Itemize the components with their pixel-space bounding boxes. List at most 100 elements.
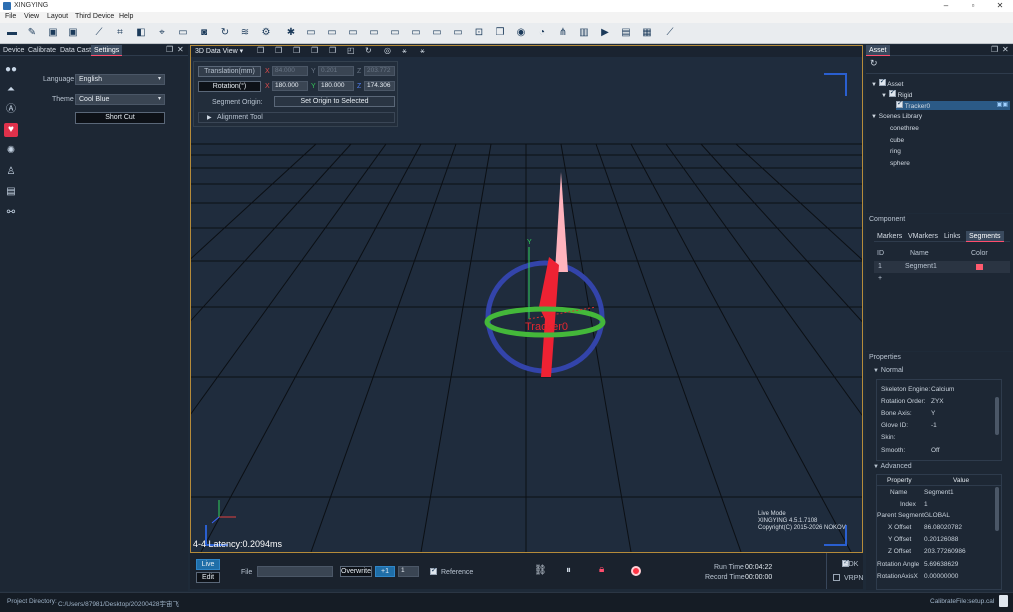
translation-z-field[interactable]: 203.772 xyxy=(364,66,395,76)
lock-icon[interactable]: 🔒︎ xyxy=(599,564,604,575)
ruler-measure-icon[interactable]: ⟋ xyxy=(664,27,676,39)
prop-value[interactable]: Y xyxy=(931,410,935,417)
ruler-icon[interactable]: ⟋ xyxy=(93,27,105,39)
video-icon[interactable]: ▶ xyxy=(599,27,611,39)
refresh-icon[interactable]: ↻ xyxy=(870,58,878,69)
monitor-4-icon[interactable]: ▭ xyxy=(368,27,380,39)
menu-help[interactable]: Help xyxy=(119,13,133,20)
view-top-icon[interactable]: ❐ xyxy=(329,46,336,55)
save-as-icon[interactable]: ▣ xyxy=(67,27,79,39)
overwrite-button[interactable]: Overwrite xyxy=(340,566,372,577)
vrpn-checkbox[interactable] xyxy=(833,574,840,581)
adv-value[interactable]: 5.69638629 xyxy=(924,561,958,568)
scene-item[interactable]: conethree xyxy=(890,125,919,132)
viewport-mode-select[interactable]: 3D Data View ▾ xyxy=(195,47,243,55)
monitor-8-icon[interactable]: ▭ xyxy=(452,27,464,39)
file-input[interactable] xyxy=(257,566,333,577)
adv-value[interactable]: 1 xyxy=(924,501,928,508)
folder-icon[interactable]: ▬ xyxy=(6,27,18,39)
tree-rigid[interactable]: ▼ Rigid xyxy=(881,88,912,99)
view-left-icon[interactable]: ❐ xyxy=(293,46,300,55)
tab-links[interactable]: Links xyxy=(941,231,963,242)
sphere-icon[interactable]: ◉ xyxy=(515,27,527,39)
live-button[interactable]: Live xyxy=(196,559,220,570)
advanced-section-toggle[interactable]: ▼ Advanced xyxy=(873,463,912,470)
monitor-icon[interactable]: ▭ xyxy=(177,27,189,39)
translation-y-field[interactable]: 0.201 xyxy=(318,66,354,76)
menu-view[interactable]: View xyxy=(24,13,39,20)
prop-value[interactable]: -1 xyxy=(931,422,937,429)
tree-scenes-library[interactable]: ▼ Scenes Library xyxy=(871,113,922,120)
bike-icon[interactable]: ⚯ xyxy=(4,206,18,220)
maximize-icon[interactable]: ▫ xyxy=(962,0,984,12)
rigid-checkbox[interactable] xyxy=(888,88,896,97)
tab-calibrate[interactable]: Calibrate xyxy=(25,45,59,56)
save-icon[interactable]: ▣ xyxy=(47,27,59,39)
camera-2-icon[interactable]: ◙ xyxy=(198,27,210,39)
device-icon[interactable]: ●● xyxy=(4,63,18,77)
fit-view-icon[interactable]: ◎ xyxy=(384,46,391,55)
3d-viewport[interactable]: 3D Data View ▾ ❐ ❐ ❐ ❐ ❐ ◰ ↻ ◎ ⚹ ⚹ Y Tra… xyxy=(190,45,863,553)
normal-scrollbar[interactable] xyxy=(995,397,999,435)
window-icon[interactable]: ▦ xyxy=(641,27,653,39)
tab-settings[interactable]: Settings xyxy=(91,45,123,56)
translation-x-field[interactable]: 84.000 xyxy=(272,66,308,76)
tracker-options-icon[interactable]: ▣▣ xyxy=(997,101,1008,108)
table-row[interactable]: 1 Segment1 xyxy=(874,261,1010,273)
project-directory-value[interactable]: C:/Users/87981/Desktop/20200428宇宙飞 xyxy=(58,598,179,608)
scene-canvas[interactable]: Y Tracker0 xyxy=(191,57,862,552)
scene-item[interactable]: sphere xyxy=(890,160,910,167)
tab-data-cast[interactable]: Data Cast xyxy=(57,45,94,56)
pause-icon[interactable]: ⏸ xyxy=(566,565,571,576)
person-icon[interactable]: ♙ xyxy=(4,165,18,179)
gauge-icon[interactable]: ◔ xyxy=(536,27,548,39)
minimize-icon[interactable]: – xyxy=(935,0,957,12)
tab-device[interactable]: Device xyxy=(0,45,27,56)
view-bottom-icon[interactable]: ◰ xyxy=(347,46,355,55)
layers-icon[interactable]: ≋ xyxy=(239,27,251,39)
tree-root[interactable]: ▼ Asset xyxy=(871,77,903,88)
file-icon[interactable] xyxy=(999,595,1008,607)
increment-spinner[interactable]: 1 xyxy=(398,566,419,577)
copy-icon[interactable]: ❐ xyxy=(494,27,506,39)
adv-value[interactable]: 0.00000000 xyxy=(924,573,958,580)
advanced-scrollbar[interactable] xyxy=(995,487,999,531)
frame-icon[interactable]: ◧ xyxy=(135,27,147,39)
close-panel-icon[interactable]: ✕ xyxy=(1002,45,1009,54)
crop-icon[interactable]: ⌗ xyxy=(114,27,126,39)
language-select[interactable]: English ▾ xyxy=(75,74,165,85)
set-origin-button[interactable]: Set Origin to Selected xyxy=(274,96,395,107)
scene-item[interactable]: cube xyxy=(890,137,904,144)
scene-item[interactable]: ring xyxy=(890,148,901,155)
camera-icon[interactable]: ⌖ xyxy=(156,27,168,39)
adv-value[interactable]: GLOBAL xyxy=(924,512,950,519)
monitor-5-icon[interactable]: ▭ xyxy=(389,27,401,39)
tripod-icon[interactable]: ⏶ xyxy=(4,83,18,97)
tab-segments[interactable]: Segments xyxy=(966,231,1004,242)
rotation-z-field[interactable]: 174.306 xyxy=(364,81,395,91)
adv-value[interactable]: 203.77260986 xyxy=(924,548,966,555)
tracker-checkbox[interactable] xyxy=(896,99,903,108)
alignment-tool-row[interactable]: ▶ Alignment Tool xyxy=(198,112,395,123)
monitor-6-icon[interactable]: ▭ xyxy=(410,27,422,39)
pencil-icon[interactable]: ✎ xyxy=(26,27,38,39)
prop-value[interactable]: Off xyxy=(931,447,940,454)
chat-icon[interactable]: ▤ xyxy=(620,27,632,39)
network-icon[interactable]: ⋔ xyxy=(557,27,569,39)
reset-view-icon[interactable]: ↻ xyxy=(365,46,372,55)
rotation-y-field[interactable]: 180.000 xyxy=(318,81,354,91)
monitor-7-icon[interactable]: ▭ xyxy=(431,27,443,39)
menu-file[interactable]: File xyxy=(5,13,16,20)
float-panel-icon[interactable]: ❐ xyxy=(991,45,998,54)
lock-icon[interactable]: ⊡ xyxy=(473,27,485,39)
increment-button[interactable]: +1 xyxy=(375,566,395,577)
gear-icon[interactable]: ✱ xyxy=(285,27,297,39)
bar-chart-icon[interactable]: ▥ xyxy=(578,27,590,39)
settings-gear-icon[interactable]: ✺ xyxy=(4,144,18,158)
reference-checkbox[interactable] xyxy=(430,566,437,575)
edit-button[interactable]: Edit xyxy=(196,572,220,583)
heart-icon[interactable]: ♥ xyxy=(4,123,18,137)
view-right-icon[interactable]: ❐ xyxy=(311,46,318,55)
asset-checkbox[interactable] xyxy=(878,77,886,86)
adv-value[interactable]: 86.08020782 xyxy=(924,524,962,531)
